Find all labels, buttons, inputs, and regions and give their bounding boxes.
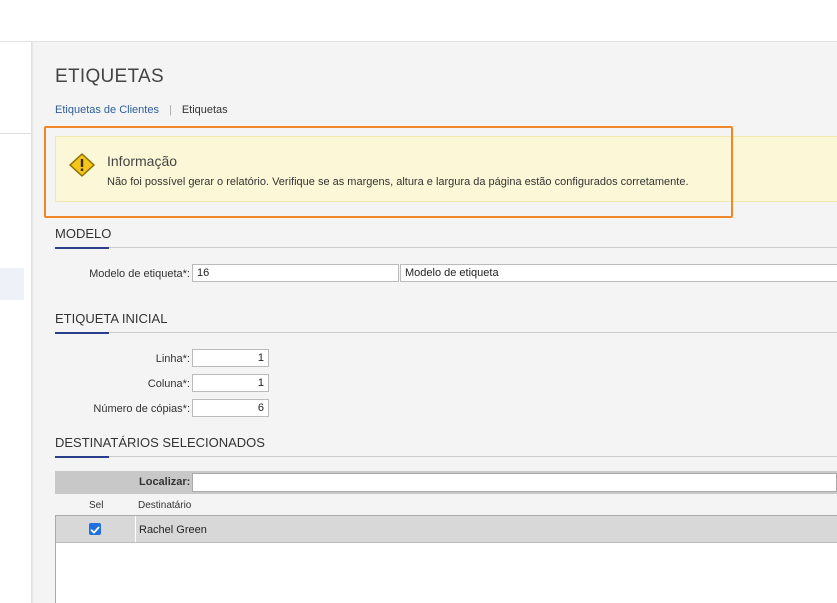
table-row[interactable]: Rachel Green — [56, 516, 837, 543]
section-underline — [55, 247, 109, 249]
breadcrumb-link-etiquetas-clientes[interactable]: Etiquetas de Clientes — [55, 104, 159, 116]
section-title-etiqueta-inicial: ETIQUETA INICIAL — [55, 311, 168, 326]
copias-input[interactable]: 6 — [192, 399, 269, 417]
modelo-code-input[interactable]: 16 — [192, 264, 399, 282]
coluna-label: Coluna*: — [147, 378, 190, 390]
sidebar-active-item[interactable] — [0, 268, 24, 300]
column-header-destinatario[interactable]: Destinatário — [138, 500, 191, 511]
section-line — [55, 456, 837, 457]
copias-label: Número de cópias*: — [93, 403, 190, 415]
cell-divider — [135, 516, 136, 542]
modelo-description-input[interactable]: Modelo de etiqueta — [400, 264, 837, 282]
checkmark-icon — [90, 526, 100, 534]
sidebar-shadow — [31, 42, 34, 603]
section-title-modelo: MODELO — [55, 226, 112, 241]
section-line — [55, 247, 837, 248]
section-line — [55, 332, 837, 333]
sidebar — [0, 42, 31, 603]
sidebar-divider — [0, 133, 31, 134]
linha-label: Linha*: — [155, 353, 190, 365]
search-label: Localizar: — [139, 476, 191, 488]
row-checkbox[interactable] — [89, 523, 101, 535]
recipients-grid: Rachel Green — [55, 515, 837, 603]
coluna-input[interactable]: 1 — [192, 374, 269, 392]
section-underline — [55, 332, 109, 334]
highlight-frame — [44, 126, 733, 218]
section-title-destinatarios: DESTINATÁRIOS SELECIONADOS — [55, 435, 265, 450]
modelo-label: Modelo de etiqueta*: — [89, 268, 190, 280]
breadcrumb-separator: | — [168, 104, 172, 116]
grid-search-bar: Localizar: — [55, 471, 837, 494]
column-header-sel[interactable]: Sel — [89, 500, 103, 511]
recipient-name: Rachel Green — [139, 524, 207, 536]
breadcrumb: Etiquetas de Clientes | Etiquetas — [55, 104, 228, 116]
page-title: ETIQUETAS — [55, 66, 164, 87]
search-input[interactable] — [192, 473, 837, 492]
linha-input[interactable]: 1 — [192, 349, 269, 367]
section-underline — [55, 456, 109, 458]
top-bar — [0, 0, 837, 42]
breadcrumb-current: Etiquetas — [181, 104, 228, 116]
